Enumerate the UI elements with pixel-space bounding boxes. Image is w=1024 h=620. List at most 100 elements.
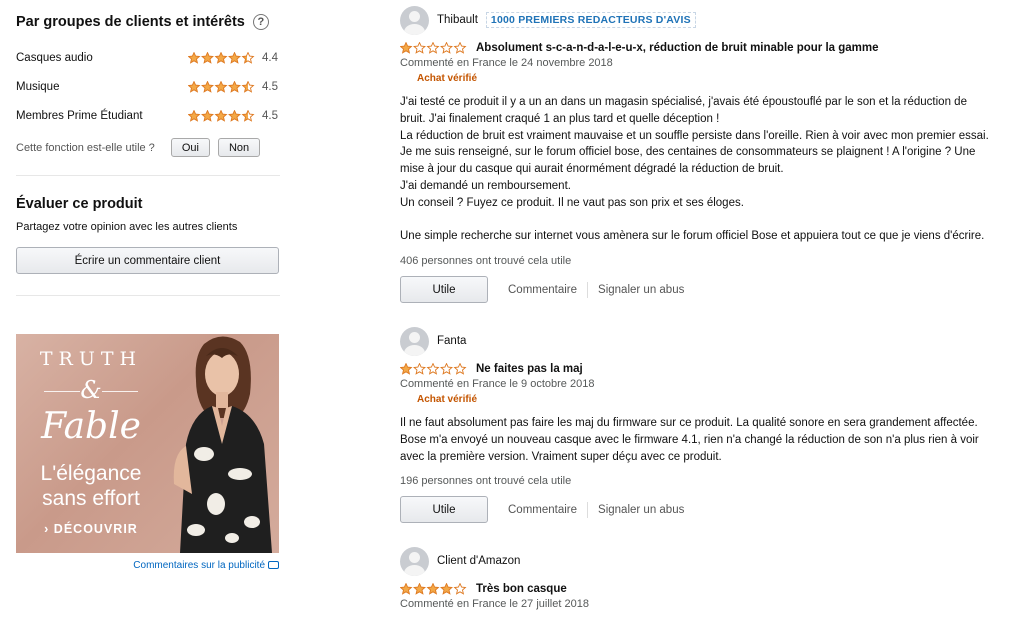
verified-purchase-badge: Achat vérifié <box>417 394 478 405</box>
review-body-line: Une simple recherche sur internet vous a… <box>400 230 985 243</box>
star-icon <box>453 42 467 54</box>
group-rating-label: Membres Prime Étudiant <box>16 109 143 122</box>
avatar <box>400 546 429 576</box>
review-date: Commenté en France le 9 octobre 2018 <box>400 378 595 390</box>
review-item: Thibault 1000 PREMIERS REDACTEURS D'AVIS… <box>400 5 1010 304</box>
star-icon <box>453 363 467 375</box>
star-icon <box>241 51 255 64</box>
review-body-line: avec la première version. Vraiment super… <box>400 450 722 463</box>
action-separator <box>587 501 589 518</box>
group-rating-row: Musique 4.5 <box>16 72 280 101</box>
star-icon <box>400 583 413 595</box>
feature-feedback-question: Cette fonction est-elle utile ? <box>16 141 155 154</box>
avatar <box>400 326 429 356</box>
comment-link[interactable]: Commentaire <box>508 284 577 296</box>
action-separator <box>587 281 589 298</box>
help-icon[interactable]: ? <box>252 14 269 30</box>
review-date: Commenté en France le 27 juillet 2018 <box>400 598 589 610</box>
speech-bubble-icon <box>268 561 279 570</box>
review-actions: Utile Commentaire Signaler un abus <box>400 496 1010 524</box>
reviewer-profile[interactable]: Client d'Amazon <box>400 546 1010 576</box>
star-rating-icon <box>188 109 260 122</box>
review-title[interactable]: Absolument s-c-a-n-d-a-l-e-u-x, réductio… <box>476 42 879 54</box>
reviewer-name: Thibault <box>437 14 478 26</box>
divider <box>16 175 280 176</box>
star-rating-icon <box>188 51 260 64</box>
group-rating-row: Membres Prime Étudiant 4.5 <box>16 101 280 130</box>
star-icon <box>188 109 201 122</box>
review-title-row: Très bon casque <box>400 583 1010 595</box>
comment-link[interactable]: Commentaire <box>508 504 577 516</box>
star-icon <box>426 42 440 54</box>
reviewer-profile[interactable]: Fanta <box>400 326 1010 356</box>
review-body-line: bruit. J'ai finalement craqué 1 an plus … <box>400 112 720 125</box>
star-icon <box>440 583 453 595</box>
star-icon <box>214 109 228 122</box>
review-body-line: Je me suis renseigné, sur le forum offic… <box>400 146 976 159</box>
evaluate-subtitle: Partagez votre opinion avec les autres c… <box>16 221 238 233</box>
review-body-spacer <box>400 212 1000 229</box>
review-date: Commenté en France le 24 novembre 2018 <box>400 57 613 69</box>
review-body: Il ne faut absolument pas faire les maj … <box>400 415 1000 465</box>
star-icon <box>228 109 241 122</box>
reviewer-profile[interactable]: Thibault 1000 PREMIERS REDACTEURS D'AVIS <box>400 5 1010 35</box>
star-rating-icon <box>188 80 260 93</box>
avatar <box>400 5 429 35</box>
star-icon <box>214 80 228 93</box>
star-rating-icon[interactable] <box>400 583 468 595</box>
group-rating-value: 4.5 <box>262 80 278 93</box>
ad-discover-link[interactable]: › DÉCOUVRIR <box>16 522 166 536</box>
star-icon <box>201 51 214 64</box>
star-icon <box>426 583 440 595</box>
star-icon <box>413 363 426 375</box>
star-icon <box>201 80 214 93</box>
ad-ornament-line <box>102 391 138 392</box>
feature-feedback: Cette fonction est-elle utile ? Oui Non <box>16 138 280 157</box>
ad-brand-line2: Fable <box>41 406 141 447</box>
review-item: Fanta Ne faites pas la maj Commenté en F… <box>400 326 1010 524</box>
star-rating-icon[interactable] <box>400 42 468 54</box>
review-body: J'ai testé ce produit il y a un an dans … <box>400 94 1000 245</box>
review-title-row: Absolument s-c-a-n-d-a-l-e-u-x, réductio… <box>400 42 1010 54</box>
group-ratings: Casques audio 4.4 Musique 4.5 Membres Pr… <box>16 43 280 130</box>
helpful-count: 406 personnes ont trouvé cela utile <box>400 255 572 268</box>
group-rating-row: Casques audio 4.4 <box>16 43 280 72</box>
star-icon <box>413 42 426 54</box>
ad-model-image <box>173 336 272 553</box>
no-button[interactable]: Non <box>217 138 261 157</box>
star-icon <box>413 583 426 595</box>
star-icon <box>400 363 413 375</box>
reviewer-badge[interactable]: 1000 PREMIERS REDACTEURS D'AVIS <box>485 12 696 28</box>
verified-purchase-badge: Achat vérifié <box>417 73 478 84</box>
yes-button[interactable]: Oui <box>170 138 210 157</box>
review-body-line: La réduction de bruit est vraiment mauva… <box>400 129 989 142</box>
star-rating-icon[interactable] <box>400 363 468 375</box>
star-icon <box>400 42 413 54</box>
star-icon <box>453 583 467 595</box>
star-icon <box>228 51 241 64</box>
review-actions: Utile Commentaire Signaler un abus <box>400 276 1010 304</box>
helpful-button[interactable]: Utile <box>400 276 488 304</box>
group-rating-value: 4.5 <box>262 109 278 122</box>
review-title[interactable]: Très bon casque <box>476 583 567 595</box>
star-icon <box>214 51 228 64</box>
review-body-line: Un conseil ? Fuyez ce produit. Il ne vau… <box>400 196 744 209</box>
review-body-line: J'ai testé ce produit il y a un an dans … <box>400 96 967 108</box>
helpful-button[interactable]: Utile <box>400 496 488 524</box>
ad-brand-line1: TRUTH <box>39 348 143 370</box>
review-body-line: J'ai demandé un remboursement. <box>400 179 571 192</box>
group-rating-label: Musique <box>16 80 60 93</box>
review-body-line: Il ne faut absolument pas faire les maj … <box>400 417 978 429</box>
write-review-button[interactable]: Écrire un commentaire client <box>16 247 279 274</box>
group-rating-value: 4.4 <box>262 51 278 64</box>
report-abuse-link[interactable]: Signaler un abus <box>598 284 684 296</box>
report-abuse-link[interactable]: Signaler un abus <box>598 504 684 516</box>
ad-feedback-link[interactable]: Commentaires sur la publicité <box>16 560 279 571</box>
group-rating-label: Casques audio <box>16 51 93 64</box>
review-body-line: Bose m'a envoyé un nouveau casque avec l… <box>400 433 979 446</box>
review-title[interactable]: Ne faites pas la maj <box>476 363 583 375</box>
star-icon <box>440 42 453 54</box>
divider <box>16 295 280 296</box>
sponsored-ad-banner[interactable]: TRUTH & Fable L'élégance sans effort › D… <box>16 334 279 553</box>
star-icon <box>426 363 440 375</box>
